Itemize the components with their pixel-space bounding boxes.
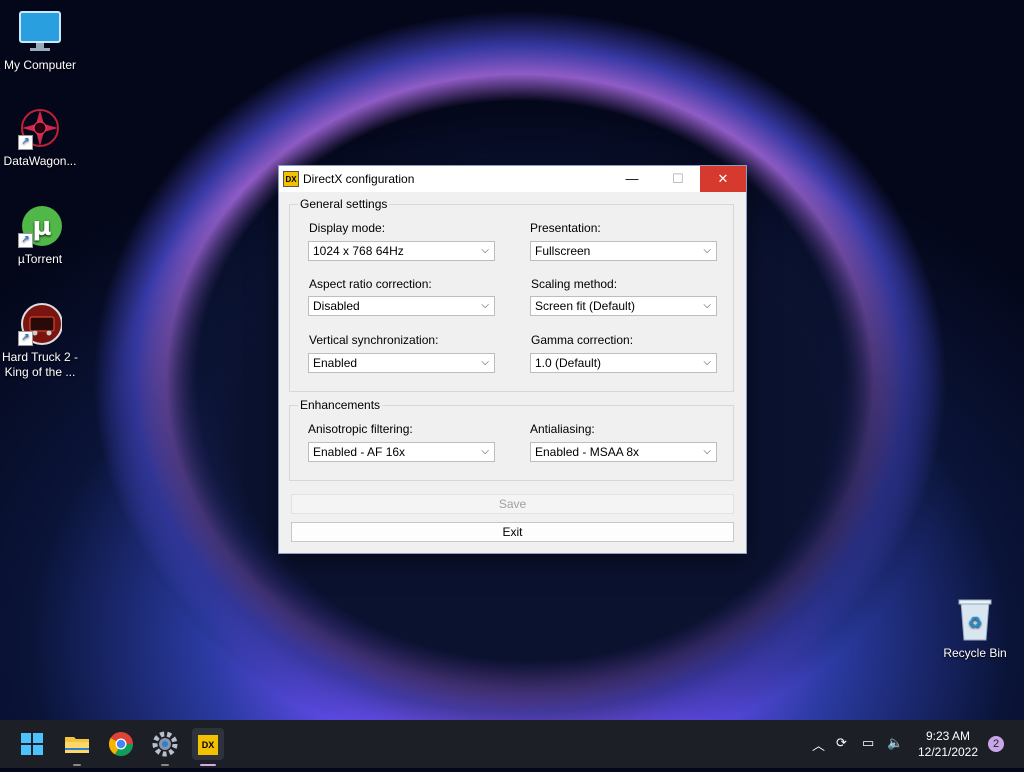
desktop-icon-recycle-bin[interactable]: ♻ Recycle Bin xyxy=(935,598,1015,661)
general-settings-group: General settings Display mode: 1024 x 76… xyxy=(289,197,734,392)
chevron-down-icon: ⌵ xyxy=(703,357,711,368)
chevron-down-icon: ⌵ xyxy=(703,300,711,311)
presentation-label: Presentation: xyxy=(530,221,601,235)
desktop-icon-label: Recycle Bin xyxy=(943,646,1007,660)
taskbar-chrome[interactable] xyxy=(105,728,137,760)
antialiasing-label: Antialiasing: xyxy=(530,422,595,436)
datawagon-logo-icon: ↗ xyxy=(18,106,62,150)
running-indicator xyxy=(161,764,169,766)
desktop-icon-datawagon[interactable]: ↗ DataWagon... xyxy=(0,106,80,169)
chevron-up-icon[interactable]: ︿ xyxy=(812,735,825,754)
presentation-select[interactable]: Fullscreen ⌵ xyxy=(530,241,717,261)
desktop-icon-label: My Computer xyxy=(3,58,77,72)
notification-badge[interactable]: 2 xyxy=(988,736,1004,752)
start-button[interactable] xyxy=(16,728,48,760)
desktop-icon-label: µTorrent xyxy=(17,252,63,266)
utorrent-logo-icon: µ ↗ xyxy=(18,204,62,248)
gamma-correction-select[interactable]: 1.0 (Default) ⌵ xyxy=(530,353,717,373)
display-mode-select[interactable]: 1024 x 768 64Hz ⌵ xyxy=(308,241,495,261)
shortcut-arrow-icon: ↗ xyxy=(18,135,33,150)
active-indicator xyxy=(200,764,216,766)
title-bar[interactable]: DX DirectX configuration — ☐ ✕ xyxy=(279,166,746,192)
hard-truck-logo-icon: ↗ xyxy=(18,302,63,346)
chevron-down-icon: ⌵ xyxy=(703,245,711,256)
folder-icon xyxy=(65,737,89,753)
clock-date: 12/21/2022 xyxy=(917,745,979,759)
directx-app-icon: DX xyxy=(283,171,299,187)
vsync-label: Vertical synchronization: xyxy=(309,333,439,347)
recycle-bin-icon: ♻ xyxy=(953,598,997,642)
clock-time: 9:23 AM xyxy=(925,729,971,743)
chevron-down-icon: ⌵ xyxy=(703,446,711,457)
save-button[interactable]: Save xyxy=(291,494,734,514)
monitor-icon xyxy=(18,10,62,54)
windows-logo-icon xyxy=(21,733,43,755)
gamma-correction-label: Gamma correction: xyxy=(531,333,634,347)
sync-icon[interactable]: ⟳ xyxy=(836,735,847,751)
antialiasing-select[interactable]: Enabled - MSAA 8x ⌵ xyxy=(530,442,717,462)
select-value: Enabled xyxy=(313,356,358,370)
select-value: Screen fit (Default) xyxy=(535,299,636,313)
anisotropic-filtering-select[interactable]: Enabled - AF 16x ⌵ xyxy=(308,442,495,462)
gear-icon xyxy=(152,731,178,757)
taskbar-file-explorer[interactable] xyxy=(61,728,93,766)
chevron-down-icon: ⌵ xyxy=(481,446,489,457)
display-mode-label: Display mode: xyxy=(309,221,386,235)
anisotropic-filtering-label: Anisotropic filtering: xyxy=(308,422,413,436)
vsync-select[interactable]: Enabled ⌵ xyxy=(308,353,495,373)
group-title: General settings xyxy=(298,197,390,211)
scaling-method-label: Scaling method: xyxy=(531,277,618,291)
svg-text:µ: µ xyxy=(32,212,51,242)
network-icon[interactable]: ▭ xyxy=(862,735,874,751)
directx-config-window: DX DirectX configuration — ☐ ✕ General s… xyxy=(278,165,747,554)
select-value: Enabled - MSAA 8x xyxy=(535,445,640,459)
select-value: 1024 x 768 64Hz xyxy=(313,244,404,258)
taskbar-settings[interactable] xyxy=(149,728,181,766)
select-value: Disabled xyxy=(313,299,360,313)
shortcut-arrow-icon: ↗ xyxy=(18,233,33,248)
chevron-down-icon: ⌵ xyxy=(481,300,489,311)
scaling-method-select[interactable]: Screen fit (Default) ⌵ xyxy=(530,296,717,316)
taskbar: DX ︿ ⟳ ▭ 🔈 9:23 AM 12/21/2022 xyxy=(0,720,1024,768)
desktop-icon-hard-truck-2[interactable]: ↗ Hard Truck 2 - King of the ... xyxy=(0,302,80,380)
enhancements-group: Enhancements Anisotropic filtering: Enab… xyxy=(289,398,734,481)
minimize-button[interactable]: — xyxy=(609,166,655,192)
desktop-icon-my-computer[interactable]: My Computer xyxy=(0,10,80,73)
chrome-icon xyxy=(108,732,133,757)
select-value: Enabled - AF 16x xyxy=(313,445,406,459)
select-value: 1.0 (Default) xyxy=(535,356,602,370)
group-title: Enhancements xyxy=(298,398,383,412)
system-clock[interactable]: 9:23 AM 12/21/2022 xyxy=(912,728,984,760)
directx-app-icon: DX xyxy=(197,734,219,756)
aspect-ratio-select[interactable]: Disabled ⌵ xyxy=(308,296,495,316)
close-button[interactable]: ✕ xyxy=(700,166,746,192)
shortcut-arrow-icon: ↗ xyxy=(18,331,33,346)
exit-button[interactable]: Exit xyxy=(291,522,734,542)
svg-text:♻: ♻ xyxy=(968,613,982,632)
running-indicator xyxy=(73,764,81,766)
window-title: DirectX configuration xyxy=(303,172,415,186)
volume-icon[interactable]: 🔈 xyxy=(887,735,903,751)
desktop-icon-label: Hard Truck 2 - King of the ... xyxy=(1,350,79,379)
chevron-down-icon: ⌵ xyxy=(481,357,489,368)
desktop-icon-label: DataWagon... xyxy=(3,154,77,168)
aspect-ratio-label: Aspect ratio correction: xyxy=(309,277,432,291)
taskbar-directx-config[interactable]: DX xyxy=(192,728,224,766)
chevron-down-icon: ⌵ xyxy=(481,245,489,256)
maximize-button[interactable]: ☐ xyxy=(655,166,701,192)
desktop-icon-utorrent[interactable]: µ ↗ µTorrent xyxy=(0,204,80,267)
select-value: Fullscreen xyxy=(535,244,591,258)
